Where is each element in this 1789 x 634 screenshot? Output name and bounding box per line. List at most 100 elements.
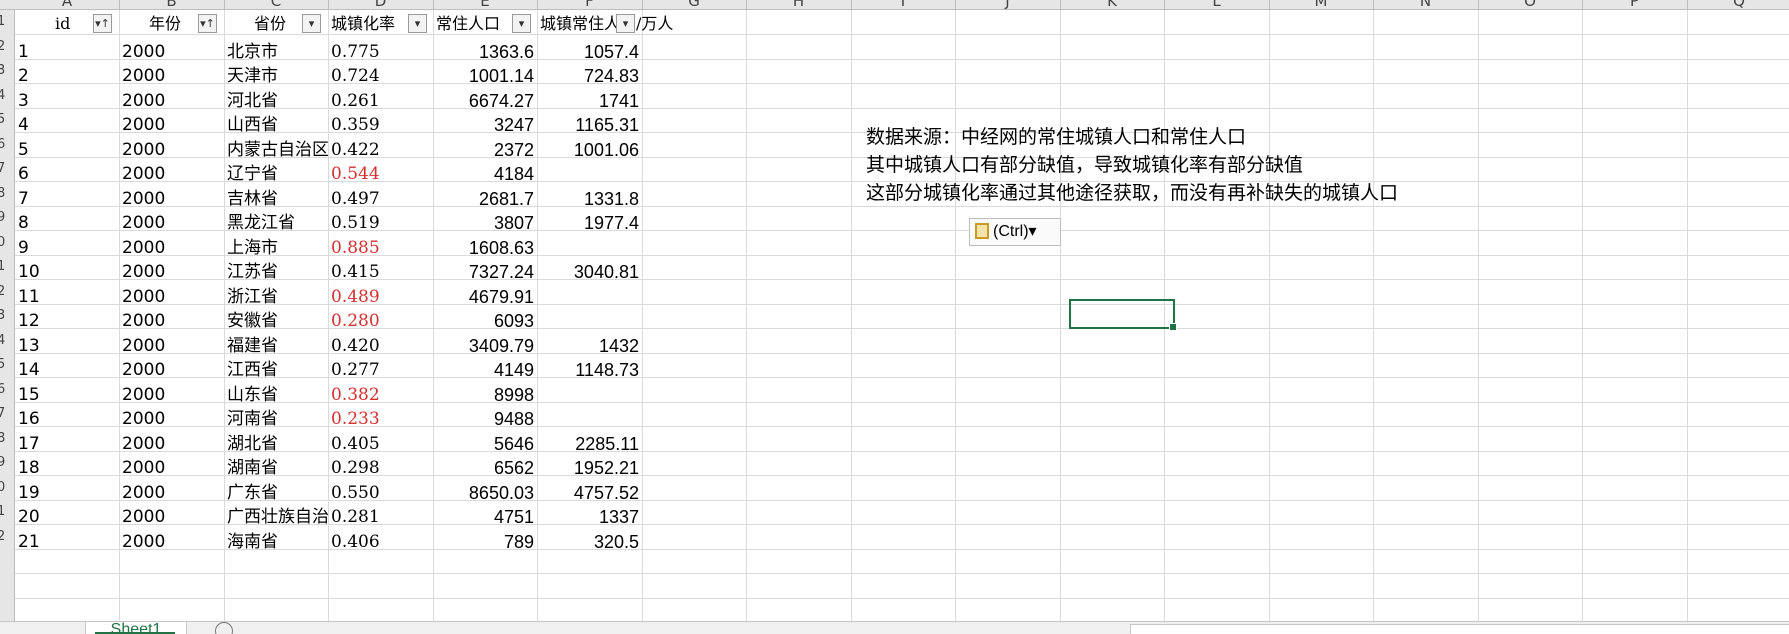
cell-urban-population[interactable]: 1165.31: [537, 110, 642, 138]
cell-urbanization-rate[interactable]: 0.406: [328, 527, 433, 555]
cell-resident-population[interactable]: 6562: [433, 453, 537, 481]
row-header[interactable]: 2: [0, 529, 5, 544]
row-header[interactable]: 2: [0, 39, 5, 54]
cell-year[interactable]: 2000: [119, 355, 224, 383]
column-header-E[interactable]: E: [433, 0, 537, 9]
cell-resident-population[interactable]: 789: [433, 527, 537, 555]
cell-urban-population[interactable]: [537, 306, 642, 334]
cell-id[interactable]: 21: [15, 527, 119, 555]
column-header-D[interactable]: D: [328, 0, 433, 9]
cell-year[interactable]: 2000: [119, 453, 224, 481]
cell-id[interactable]: 10: [15, 257, 119, 285]
filter-sort-button-year[interactable]: ▾↑: [198, 14, 217, 33]
cell-resident-population[interactable]: 4149: [433, 355, 537, 383]
cell-urban-population[interactable]: 724.83: [537, 61, 642, 89]
row-header[interactable]: 7: [0, 161, 5, 176]
row-header[interactable]: 6: [0, 382, 5, 397]
row-header[interactable]: 9: [0, 455, 5, 470]
cell-year[interactable]: 2000: [119, 306, 224, 334]
cell-resident-population[interactable]: 4751: [433, 502, 537, 530]
cell-year[interactable]: 2000: [119, 404, 224, 432]
row-header[interactable]: 0: [0, 480, 5, 495]
add-sheet-icon[interactable]: [215, 622, 233, 634]
row-header[interactable]: 8: [0, 431, 5, 446]
row-header[interactable]: 4: [0, 88, 5, 103]
row-header[interactable]: 2: [0, 284, 5, 299]
column-header-F[interactable]: F: [537, 0, 642, 9]
cell-province[interactable]: 海南省: [224, 527, 328, 555]
column-header-Q[interactable]: Q: [1687, 0, 1789, 9]
column-header-L[interactable]: L: [1164, 0, 1269, 9]
cell-id[interactable]: 14: [15, 355, 119, 383]
filter-button-province[interactable]: ▾: [302, 14, 321, 33]
row-header[interactable]: 8: [0, 186, 5, 201]
cell-province[interactable]: 天津市: [224, 61, 328, 89]
cell-urbanization-rate[interactable]: 0.544: [328, 159, 433, 187]
paste-options-button[interactable]: (Ctrl)▾: [969, 218, 1061, 246]
column-header-I[interactable]: I: [851, 0, 955, 9]
cell-province[interactable]: 湖南省: [224, 453, 328, 481]
cell-province[interactable]: 山西省: [224, 110, 328, 138]
row-header[interactable]: 5: [0, 357, 5, 372]
cell-urbanization-rate[interactable]: 0.519: [328, 208, 433, 236]
cell-id[interactable]: 18: [15, 453, 119, 481]
cell-id[interactable]: 6: [15, 159, 119, 187]
cell-urban-population[interactable]: 1977.4: [537, 208, 642, 236]
cell-urban-population[interactable]: 1952.21: [537, 453, 642, 481]
cell-id[interactable]: 8: [15, 208, 119, 236]
cell-province[interactable]: 安徽省: [224, 306, 328, 334]
filter-button-resident-population[interactable]: ▾: [512, 14, 531, 33]
column-header-A[interactable]: A: [15, 0, 119, 9]
row-header[interactable]: 7: [0, 406, 5, 421]
filter-sort-button-id[interactable]: ▾↑: [93, 14, 112, 33]
filter-button-urban-population[interactable]: ▾: [616, 14, 635, 33]
column-header-H[interactable]: H: [746, 0, 851, 9]
cell-urbanization-rate[interactable]: 0.277: [328, 355, 433, 383]
cell-year[interactable]: 2000: [119, 502, 224, 530]
fill-handle[interactable]: [1169, 323, 1177, 331]
cell-urban-population[interactable]: 1337: [537, 502, 642, 530]
cell-id[interactable]: 12: [15, 306, 119, 334]
cell-urban-population[interactable]: [537, 404, 642, 432]
column-header-K[interactable]: K: [1060, 0, 1164, 9]
row-header[interactable]: 6: [0, 137, 5, 152]
row-header[interactable]: 4: [0, 333, 5, 348]
cell-id[interactable]: 4: [15, 110, 119, 138]
column-header-N[interactable]: N: [1373, 0, 1478, 9]
cell-year[interactable]: 2000: [119, 527, 224, 555]
cell-urbanization-rate[interactable]: 0.359: [328, 110, 433, 138]
filter-button-urbanization[interactable]: ▾: [408, 14, 427, 33]
cell-year[interactable]: 2000: [119, 208, 224, 236]
cell-urbanization-rate[interactable]: 0.724: [328, 61, 433, 89]
row-header[interactable]: 3: [0, 63, 5, 78]
cell-year[interactable]: 2000: [119, 61, 224, 89]
column-header-bar[interactable]: ABCDEFGHIJKLMNOPQ: [0, 0, 1789, 10]
row-header[interactable]: 0: [0, 235, 5, 250]
row-header[interactable]: 5: [0, 112, 5, 127]
column-header-O[interactable]: O: [1478, 0, 1582, 9]
cell-province[interactable]: 黑龙江省: [224, 208, 328, 236]
selected-cell-K10[interactable]: [1069, 299, 1177, 331]
cell-province[interactable]: 广西壮族自治区: [224, 502, 328, 530]
column-header-P[interactable]: P: [1582, 0, 1687, 9]
cell-year[interactable]: 2000: [119, 110, 224, 138]
cell-urbanization-rate[interactable]: 0.233: [328, 404, 433, 432]
row-header[interactable]: 1: [0, 14, 5, 29]
cell-resident-population[interactable]: 3807: [433, 208, 537, 236]
cell-id[interactable]: 2: [15, 61, 119, 89]
cell-resident-population[interactable]: 3247: [433, 110, 537, 138]
cell-province[interactable]: 辽宁省: [224, 159, 328, 187]
cell-id[interactable]: 20: [15, 502, 119, 530]
row-header[interactable]: 1: [0, 259, 5, 274]
column-header-C[interactable]: C: [224, 0, 328, 9]
row-header-bar[interactable]: 1 2 3 4 5 6 7 8 9 0 1 2 3 4 5 6 7 8 9 0 1 2: [0, 10, 15, 621]
cell-urbanization-rate[interactable]: 0.281: [328, 502, 433, 530]
cell-province[interactable]: 河南省: [224, 404, 328, 432]
cell-province[interactable]: 江西省: [224, 355, 328, 383]
cell-urbanization-rate[interactable]: 0.280: [328, 306, 433, 334]
cell-province[interactable]: 江苏省: [224, 257, 328, 285]
cell-urban-population[interactable]: 320.5: [537, 527, 642, 555]
cell-resident-population[interactable]: 4184: [433, 159, 537, 187]
cell-year[interactable]: 2000: [119, 257, 224, 285]
cell-resident-population[interactable]: 6093: [433, 306, 537, 334]
